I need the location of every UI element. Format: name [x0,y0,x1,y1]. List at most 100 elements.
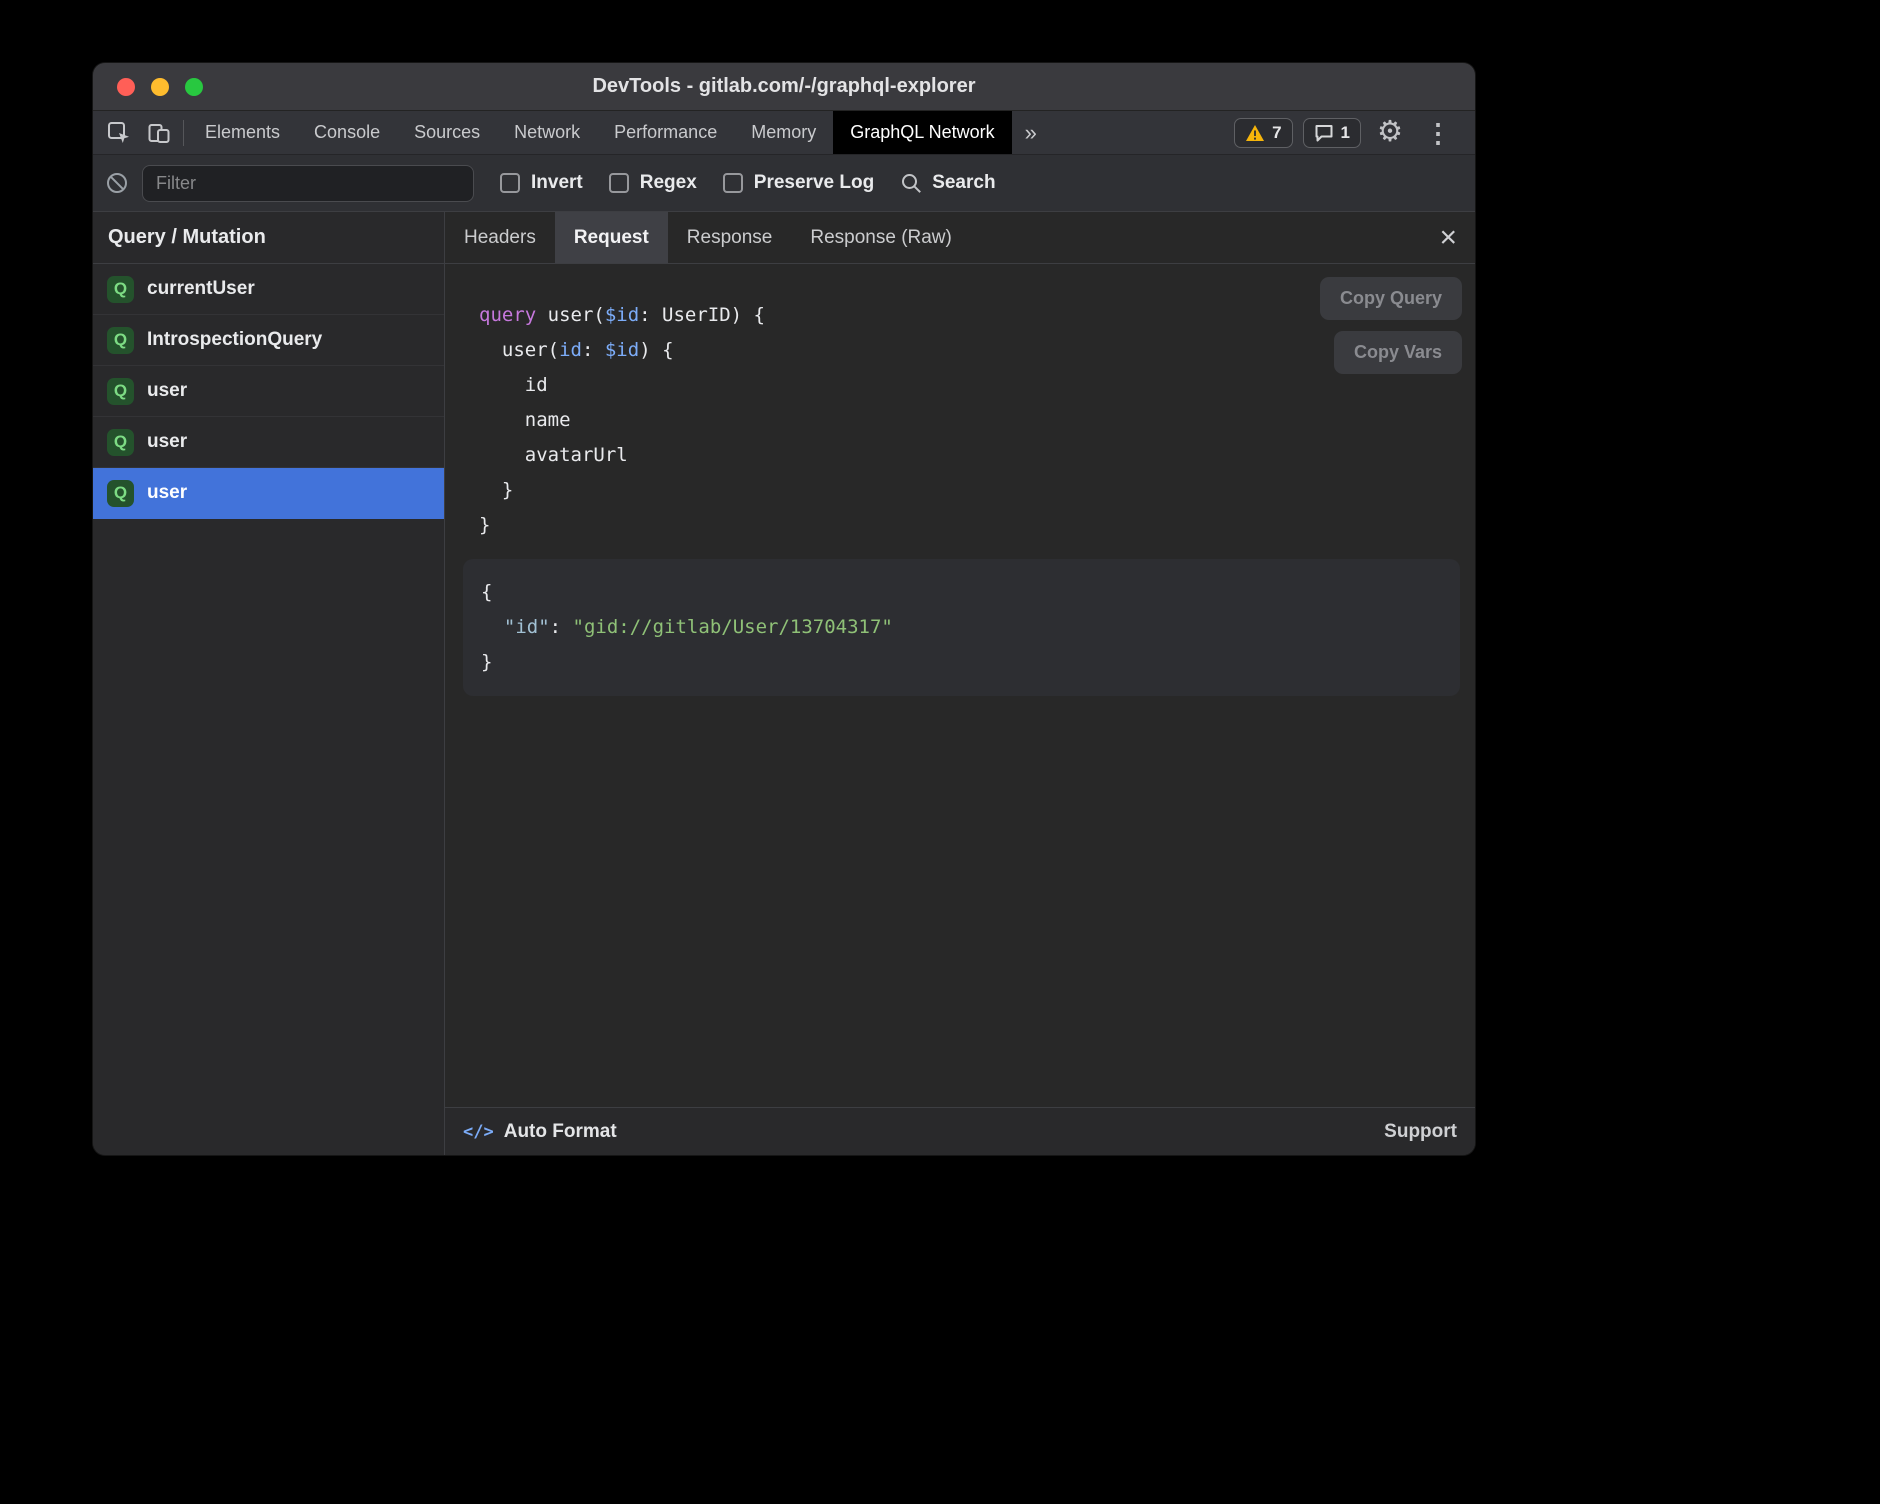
detail-tab-request[interactable]: Request [555,212,668,263]
search-icon [900,172,923,195]
tab-sources[interactable]: Sources [397,111,497,154]
filter-input[interactable] [142,165,474,202]
query-name: user [147,380,187,402]
query-type-badge: Q [107,276,134,303]
checkbox-preserve-log-box[interactable] [723,173,743,193]
checkbox-label: Regex [640,172,697,194]
query-type-badge: Q [107,429,134,456]
support-link[interactable]: Support [1384,1121,1457,1143]
code-token: } [479,479,513,501]
checkbox-regex[interactable]: Regex [609,172,697,194]
checkbox-preserve-log[interactable]: Preserve Log [723,172,874,194]
code-token: { [481,581,492,603]
inspect-element-icon[interactable] [107,121,131,145]
detail-tab-response-raw[interactable]: Response (Raw) [791,212,971,263]
window-title: DevTools - gitlab.com/-/graphql-explorer [592,75,975,98]
auto-format-button[interactable]: Auto Format [504,1121,617,1143]
variables-json: { "id": "gid://gitlab/User/13704317"} [481,575,1442,680]
request-panel: Copy Query Copy Vars query user($id: Use… [445,264,1475,1107]
tab-console[interactable]: Console [297,111,397,154]
graphql-query-code: query user($id: UserID) { user(id: $id) … [479,298,1460,543]
tab-bar-icons [93,111,183,154]
code-token: id [479,374,548,396]
device-toolbar-icon[interactable] [147,121,171,145]
tab-performance[interactable]: Performance [597,111,734,154]
code-token: query [479,304,536,326]
code-token: $id [605,339,639,361]
sidebar-header: Query / Mutation [93,212,444,264]
checkbox-label: Preserve Log [754,172,874,194]
search-control[interactable]: Search [900,172,995,195]
code-token: : [582,339,605,361]
tab-bar-right-controls: 7 1 ⚙ ⋮ [1234,111,1475,154]
query-type-badge: Q [107,480,134,507]
detail-tab-response[interactable]: Response [668,212,792,263]
detail-pane: HeadersRequestResponseResponse (Raw) × C… [445,212,1475,1155]
code-line: { [481,575,1442,610]
tab-memory[interactable]: Memory [734,111,833,154]
code-token: user( [479,339,559,361]
detail-tab-bar: HeadersRequestResponseResponse (Raw) × [445,212,1475,264]
code-brackets-icon: </> [463,1122,494,1142]
query-name: IntrospectionQuery [147,329,322,351]
code-token: "id" [504,616,550,638]
maximize-window-button[interactable] [185,78,203,96]
warning-count: 7 [1272,123,1281,143]
minimize-window-button[interactable] [151,78,169,96]
query-list-item[interactable]: Quser [93,468,444,519]
query-list-item[interactable]: Q IntrospectionQuery [93,315,444,366]
tab-network[interactable]: Network [497,111,597,154]
code-token [481,616,504,638]
tab-graphql-network[interactable]: GraphQL Network [833,111,1011,154]
warnings-badge[interactable]: 7 [1234,118,1292,148]
code-token: "gid://gitlab/User/13704317" [573,616,893,638]
code-token: user( [536,304,605,326]
main-content: Query / Mutation QcurrentUserQIntrospect… [93,212,1475,1155]
query-sidebar: Query / Mutation QcurrentUserQIntrospect… [93,212,445,1155]
query-list: QcurrentUserQIntrospectionQueryQuserQuse… [93,264,444,519]
code-token: } [479,514,490,536]
query-name: user [147,431,187,453]
more-tabs-chevron[interactable]: » [1012,111,1050,154]
code-token: id [559,339,582,361]
query-type-badge: Q [107,327,134,354]
toolbar-separator [183,120,184,146]
code-token: avatarUrl [479,444,628,466]
clear-icon[interactable] [105,171,129,195]
detail-tab-headers[interactable]: Headers [445,212,555,263]
code-line: name [479,403,1460,438]
code-line: user(id: $id) { [479,333,1460,368]
code-line: "id": "gid://gitlab/User/13704317" [481,610,1442,645]
panel-tabs: ElementsConsoleSourcesNetworkPerformance… [188,111,1012,154]
message-count: 1 [1341,123,1350,143]
query-list-item[interactable]: QcurrentUser [93,264,444,315]
message-bubble-icon [1314,124,1334,142]
traffic-lights [117,63,203,111]
code-line: } [481,645,1442,680]
code-token: ) { [639,339,673,361]
settings-gear-icon[interactable]: ⚙ [1371,118,1409,147]
messages-badge[interactable]: 1 [1303,118,1361,148]
more-options-icon[interactable]: ⋮ [1419,120,1457,146]
query-list-item[interactable]: Quser [93,366,444,417]
copy-query-button[interactable]: Copy Query [1320,277,1462,320]
devtools-tab-bar: ElementsConsoleSourcesNetworkPerformance… [93,111,1475,155]
devtools-window: DevTools - gitlab.com/-/graphql-explorer… [93,63,1475,1155]
copy-vars-button[interactable]: Copy Vars [1334,331,1462,374]
code-line: } [479,473,1460,508]
query-name: user [147,482,187,504]
code-token: $id [605,304,639,326]
checkbox-invert[interactable]: Invert [500,172,583,194]
search-label: Search [932,172,995,194]
code-line: avatarUrl [479,438,1460,473]
filter-toolbar: Invert Regex Preserve Log Search [93,155,1475,212]
close-window-button[interactable] [117,78,135,96]
warning-icon [1245,124,1265,142]
code-token: : UserID) { [639,304,765,326]
close-detail-icon[interactable]: × [1421,212,1475,263]
checkbox-regex-box[interactable] [609,173,629,193]
checkbox-invert-box[interactable] [500,173,520,193]
query-list-item[interactable]: Quser [93,417,444,468]
code-token: name [479,409,571,431]
tab-elements[interactable]: Elements [188,111,297,154]
